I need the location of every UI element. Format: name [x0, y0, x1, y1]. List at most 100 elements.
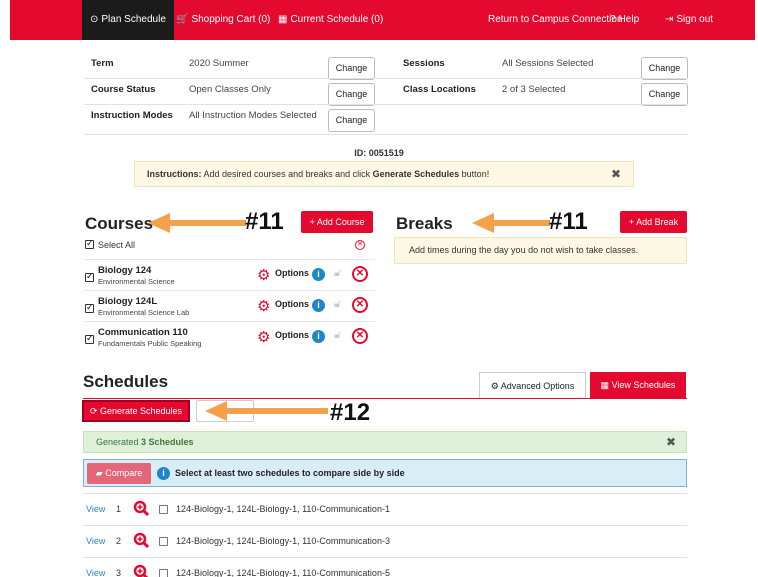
info-icon[interactable]: i	[312, 268, 325, 281]
nav-help[interactable]: ? Help	[610, 0, 639, 40]
course-title: Biology 124L	[98, 296, 158, 307]
schedule-description: 124-Biology-1, 124L-Biology-1, 110-Commu…	[176, 568, 390, 577]
zoom-icon[interactable]	[133, 532, 149, 548]
view-link[interactable]: View	[86, 536, 105, 546]
schedule-description: 124-Biology-1, 124L-Biology-1, 110-Commu…	[176, 504, 390, 514]
top-nav: ⊙ Plan Schedule 🛒 Shopping Cart (0) ▦ Curre…	[10, 0, 755, 40]
nav-sign-out[interactable]: ⇥ Sign out	[665, 0, 713, 40]
schedule-row: View 1 124-Biology-1, 124L-Biology-1, 11…	[83, 493, 687, 525]
instruction-modes-value: All Instruction Modes Selected	[189, 110, 317, 121]
schedule-number: 3	[116, 568, 122, 577]
refresh-icon: ⟳	[89, 406, 100, 416]
generate-schedules-button[interactable]: ⟳ Generate Schedules	[82, 400, 190, 422]
course-checkbox[interactable]	[85, 333, 94, 344]
divider	[84, 104, 688, 105]
lock-icon[interactable]: 🔓︎	[334, 298, 341, 311]
divider	[84, 78, 688, 79]
compare-button[interactable]: ▰ Compare	[87, 463, 151, 484]
schedule-description: 124-Biology-1, 124L-Biology-1, 110-Commu…	[176, 536, 390, 546]
remove-course-icon[interactable]: ✕	[352, 328, 368, 344]
class-locations-change-button[interactable]: Change	[641, 83, 688, 106]
info-icon[interactable]: i	[312, 299, 325, 312]
course-title: Biology 124	[98, 265, 152, 276]
course-subtitle: Fundamentals Public Speaking	[98, 339, 202, 348]
annotation-label: #11	[245, 208, 284, 235]
view-link[interactable]: View	[86, 568, 105, 577]
course-status-label: Course Status	[91, 84, 156, 95]
add-course-button[interactable]: + Add Course	[301, 211, 373, 233]
course-subtitle: Environmental Science Lab	[98, 308, 190, 317]
zoom-icon[interactable]	[133, 564, 149, 577]
course-title: Communication 110	[98, 327, 188, 338]
sessions-change-button[interactable]: Change	[641, 57, 688, 80]
nav-plan-schedule[interactable]: ⊙ Plan Schedule	[82, 0, 174, 40]
sign-out-icon: ⇥	[665, 14, 674, 25]
close-icon[interactable]: ✖	[611, 162, 621, 186]
clock-icon: ⊙	[90, 14, 99, 25]
zoom-icon[interactable]	[133, 500, 149, 516]
select-all-checkbox[interactable]: Select All	[85, 238, 135, 250]
schedule-row: View 3 124-Biology-1, 124L-Biology-1, 11…	[83, 557, 687, 577]
tab-advanced-options[interactable]: ⚙ Advanced Options	[479, 372, 586, 398]
course-checkbox[interactable]	[85, 271, 94, 282]
term-change-button[interactable]: Change	[328, 57, 375, 80]
nav-shopping-cart[interactable]: 🛒 Shopping Cart (0)	[176, 0, 270, 40]
gears-icon: ⚙	[490, 381, 501, 391]
breaks-hint: Add times during the day you do not wish…	[394, 237, 687, 264]
calendar-icon: ▦	[600, 380, 612, 390]
help-icon: ?	[610, 14, 616, 25]
courses-heading: Courses	[85, 214, 154, 233]
close-icon[interactable]: ✖	[666, 432, 676, 452]
lock-icon[interactable]: 🔓︎	[334, 329, 341, 342]
course-status-change-button[interactable]: Change	[328, 83, 375, 106]
divider	[84, 134, 688, 135]
options-button[interactable]: Options	[275, 268, 309, 278]
annotation-label: #12	[330, 399, 371, 426]
nav-return-campus[interactable]: Return to Campus Connection	[488, 0, 623, 40]
view-link[interactable]: View	[86, 504, 105, 514]
schedule-checkbox[interactable]	[159, 537, 168, 546]
course-checkbox[interactable]	[85, 302, 94, 313]
annotation-label: #11	[549, 208, 588, 235]
info-icon[interactable]: i	[312, 330, 325, 343]
lock-icon[interactable]: 🔓︎	[334, 267, 341, 280]
gear-icon[interactable]: ⚙	[257, 266, 270, 284]
add-break-button[interactable]: + Add Break	[620, 211, 687, 233]
annotation-arrow	[472, 213, 550, 233]
course-row: Biology 124 Environmental Science ⚙ Opti…	[85, 259, 375, 289]
schedule-checkbox[interactable]	[159, 505, 168, 514]
info-icon: i	[157, 467, 170, 480]
annotation-arrow	[148, 213, 246, 233]
instructions-alert: Instructions: Add desired courses and br…	[134, 161, 634, 187]
gear-icon[interactable]: ⚙	[257, 328, 270, 346]
tab-underline	[83, 398, 687, 399]
compare-hint: Select at least two schedules to compare…	[175, 468, 405, 478]
options-button[interactable]: Options	[275, 330, 309, 340]
instruction-modes-change-button[interactable]: Change	[328, 109, 375, 132]
tab-view-schedules[interactable]: ▦ View Schedules	[590, 372, 686, 398]
schedules-heading: Schedules	[83, 372, 169, 391]
course-status-value: Open Classes Only	[189, 84, 271, 95]
sessions-value: All Sessions Selected	[502, 58, 594, 69]
compare-bar: ▰ Compare i Select at least two schedule…	[83, 459, 687, 487]
course-row: Biology 124L Environmental Science Lab ⚙…	[85, 290, 375, 320]
schedule-number: 1	[116, 504, 122, 514]
remove-course-icon[interactable]: ✕	[352, 297, 368, 313]
class-locations-label: Class Locations	[403, 84, 476, 95]
class-locations-value: 2 of 3 Selected	[502, 84, 566, 95]
remove-all-icon[interactable]: ✕	[355, 240, 365, 250]
term-value: 2020 Summer	[189, 58, 249, 69]
schedule-checkbox[interactable]	[159, 569, 168, 577]
breaks-heading: Breaks	[396, 214, 453, 233]
user-id: ID: 0051519	[354, 148, 404, 158]
generated-alert: Generated 3 Schedules ✖	[83, 431, 687, 453]
schedule-number: 2	[116, 536, 122, 546]
remove-course-icon[interactable]: ✕	[352, 266, 368, 282]
annotation-arrow	[205, 401, 328, 421]
gear-icon[interactable]: ⚙	[257, 297, 270, 315]
cart-icon: 🛒	[176, 14, 189, 25]
options-button[interactable]: Options	[275, 299, 309, 309]
checkbox-icon	[85, 238, 94, 249]
instruction-modes-label: Instruction Modes	[91, 110, 173, 121]
nav-current-schedule[interactable]: ▦ Current Schedule (0)	[278, 0, 383, 40]
